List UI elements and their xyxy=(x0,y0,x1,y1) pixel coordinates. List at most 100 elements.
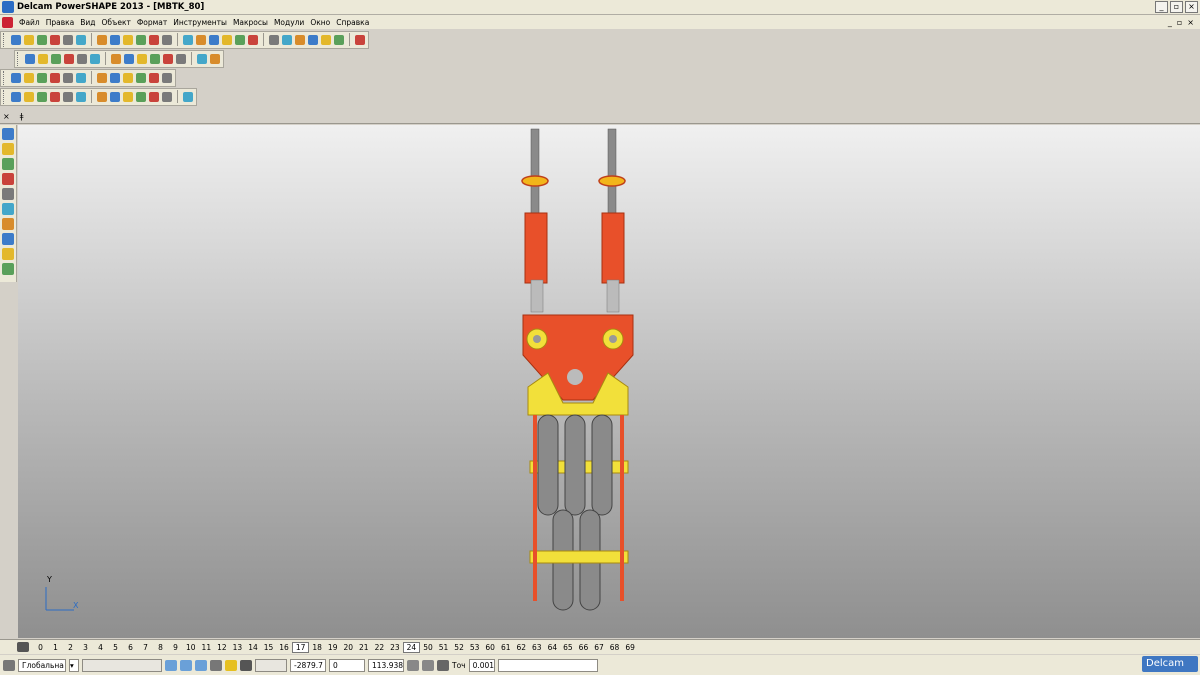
hand-icon[interactable] xyxy=(210,53,220,64)
star-icon[interactable] xyxy=(162,72,172,83)
redo-icon[interactable] xyxy=(196,34,206,45)
level-14[interactable]: 14 xyxy=(245,643,261,652)
green-cone-icon[interactable] xyxy=(97,72,107,83)
coord-z-field[interactable]: 113.938 xyxy=(368,658,404,672)
block-icon[interactable] xyxy=(76,91,86,102)
save-as-icon[interactable] xyxy=(76,34,86,45)
box-icon[interactable] xyxy=(110,72,120,83)
tolerance-icon[interactable] xyxy=(437,659,449,671)
print-icon[interactable] xyxy=(97,34,107,45)
assembly-icon[interactable] xyxy=(136,91,146,102)
snap-icon[interactable] xyxy=(225,659,237,671)
document-icon[interactable] xyxy=(2,16,13,28)
cursor-icon[interactable] xyxy=(2,128,14,140)
ruler-icon[interactable] xyxy=(2,263,14,275)
level-63[interactable]: 63 xyxy=(529,643,545,652)
toolbar-grip[interactable] xyxy=(17,51,21,66)
level-18[interactable]: 18 xyxy=(309,643,325,652)
view-top-icon[interactable] xyxy=(25,53,35,64)
view-iso2-icon[interactable] xyxy=(77,53,87,64)
maximize-button[interactable]: ▫ xyxy=(1170,1,1183,13)
tolerance-field[interactable]: 0.001 xyxy=(468,658,495,672)
level-5[interactable]: 5 xyxy=(108,643,123,652)
doc-restore-button[interactable]: ▫ xyxy=(1177,18,1182,27)
new-file-icon[interactable] xyxy=(24,34,34,45)
level-61[interactable]: 61 xyxy=(498,643,514,652)
rectangle-icon[interactable] xyxy=(2,188,14,200)
zoom-out-icon[interactable] xyxy=(137,53,147,64)
globe-icon[interactable] xyxy=(150,53,160,64)
level-65[interactable]: 65 xyxy=(560,643,576,652)
level-21[interactable]: 21 xyxy=(356,643,372,652)
undo-icon[interactable] xyxy=(183,34,193,45)
copy-icon[interactable] xyxy=(123,34,133,45)
level-9[interactable]: 9 xyxy=(168,643,183,652)
menu-tools[interactable]: Инструменты xyxy=(170,18,230,27)
view-cube-icon[interactable] xyxy=(165,659,177,671)
level-0[interactable]: 0 xyxy=(33,643,48,652)
level-24[interactable]: 24 xyxy=(402,641,421,653)
workplane-dropdown-button[interactable]: ▾ xyxy=(69,658,79,672)
coord-y-field[interactable]: 0 xyxy=(329,658,365,672)
level-11[interactable]: 11 xyxy=(199,643,215,652)
level-13[interactable]: 13 xyxy=(230,643,246,652)
ring-icon[interactable] xyxy=(63,91,73,102)
level-53[interactable]: 53 xyxy=(467,643,483,652)
level-68[interactable]: 68 xyxy=(607,643,623,652)
level-50[interactable]: 50 xyxy=(420,643,436,652)
level-4[interactable]: 4 xyxy=(93,643,108,652)
solid-blue-icon[interactable] xyxy=(37,91,47,102)
paste-icon[interactable] xyxy=(136,34,146,45)
pyramid-icon[interactable] xyxy=(183,91,193,102)
shade2-icon[interactable] xyxy=(176,53,186,64)
level-15[interactable]: 15 xyxy=(261,643,277,652)
3d-viewport[interactable]: Y X xyxy=(18,125,1200,638)
save-icon[interactable] xyxy=(63,34,73,45)
solid-icon[interactable] xyxy=(321,34,331,45)
menu-help[interactable]: Справка xyxy=(333,18,372,27)
level-62[interactable]: 62 xyxy=(513,643,529,652)
workplane-icon[interactable] xyxy=(235,34,245,45)
zoom-icon[interactable] xyxy=(111,53,121,64)
menu-window[interactable]: Окно xyxy=(307,18,333,27)
rotate-icon[interactable] xyxy=(90,53,100,64)
doc-icon[interactable] xyxy=(24,72,34,83)
view-cube3-icon[interactable] xyxy=(195,659,207,671)
clipboard-icon[interactable] xyxy=(422,659,434,671)
surface-blue-icon[interactable] xyxy=(37,72,47,83)
menu-format[interactable]: Формат xyxy=(134,18,170,27)
curve-icon[interactable] xyxy=(282,34,292,45)
file-icon[interactable] xyxy=(11,72,21,83)
wire-icon[interactable] xyxy=(11,91,21,102)
measure-icon[interactable] xyxy=(222,34,232,45)
circle-tool-icon[interactable] xyxy=(2,203,14,215)
surface-icon[interactable] xyxy=(308,34,318,45)
level-20[interactable]: 20 xyxy=(340,643,356,652)
line-icon[interactable] xyxy=(2,158,14,170)
level-3[interactable]: 3 xyxy=(78,643,93,652)
level-52[interactable]: 52 xyxy=(451,643,467,652)
view-cube2-icon[interactable] xyxy=(180,659,192,671)
open-icon[interactable] xyxy=(37,34,47,45)
polyline-icon[interactable] xyxy=(2,173,14,185)
clear-icon[interactable] xyxy=(162,34,172,45)
cut-icon[interactable] xyxy=(110,34,120,45)
solid-green-icon[interactable] xyxy=(50,91,60,102)
level-2[interactable]: 2 xyxy=(63,643,78,652)
multi-icon[interactable] xyxy=(149,72,159,83)
blend-icon[interactable] xyxy=(162,91,172,102)
levels-icon[interactable] xyxy=(17,642,29,652)
level-51[interactable]: 51 xyxy=(436,643,452,652)
view-side-icon[interactable] xyxy=(51,53,61,64)
level-6[interactable]: 6 xyxy=(123,643,138,652)
level-1[interactable]: 1 xyxy=(48,643,63,652)
frame-icon[interactable] xyxy=(123,72,133,83)
menu-edit[interactable]: Правка xyxy=(43,18,78,27)
calculator-icon[interactable] xyxy=(407,659,419,671)
toolbar-grip[interactable] xyxy=(3,32,7,47)
close-button[interactable]: × xyxy=(1185,1,1198,13)
gear-icon[interactable] xyxy=(97,91,107,102)
chain-icon[interactable] xyxy=(110,91,120,102)
curve-tool-icon[interactable] xyxy=(2,248,14,260)
menu-view[interactable]: Вид xyxy=(77,18,98,27)
